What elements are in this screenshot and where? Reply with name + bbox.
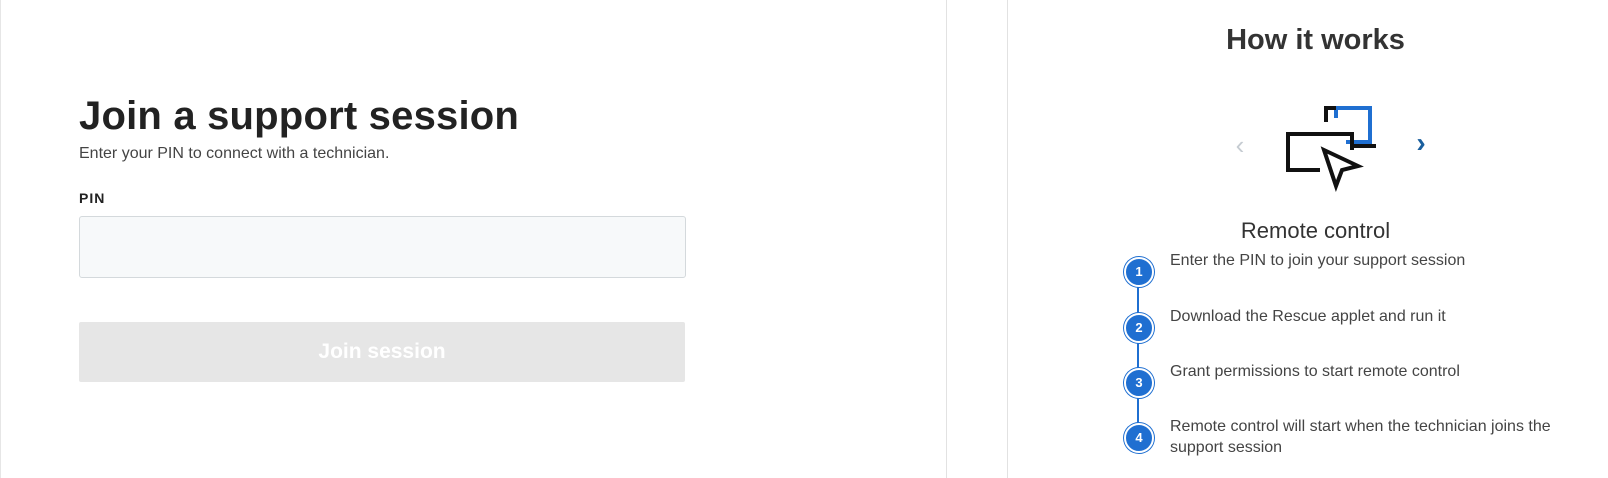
step-number-badge: 1 bbox=[1124, 257, 1154, 287]
page-title: Join a support session bbox=[79, 94, 520, 138]
steps-connector-line bbox=[1137, 272, 1139, 437]
chevron-right-icon: › bbox=[1416, 127, 1426, 158]
step-number-badge: 2 bbox=[1124, 313, 1154, 343]
step-text: Grant permissions to start remote contro… bbox=[1170, 363, 1460, 380]
join-session-button[interactable]: Join session bbox=[79, 322, 685, 382]
join-session-form: Join a support session Enter your PIN to… bbox=[79, 92, 687, 382]
left-border bbox=[0, 0, 1, 478]
step-number-badge: 4 bbox=[1124, 423, 1154, 453]
remote-control-icon bbox=[1286, 106, 1376, 192]
step-text: Remote control will start when the techn… bbox=[1170, 418, 1551, 456]
step-number-badge: 3 bbox=[1124, 368, 1154, 398]
pin-label: PIN bbox=[79, 190, 106, 206]
steps-list: 1 Enter the PIN to join your support ses… bbox=[1116, 252, 1586, 478]
slide-caption: Remote control bbox=[1240, 218, 1391, 243]
carousel-prev-button[interactable]: ‹ bbox=[1230, 130, 1250, 160]
panel-divider bbox=[946, 0, 947, 478]
support-session-page: Join a support session Enter your PIN to… bbox=[0, 0, 1608, 478]
step-text: Enter the PIN to join your support sessi… bbox=[1170, 252, 1466, 269]
pin-input[interactable] bbox=[79, 216, 686, 278]
how-it-works-panel: How it works ‹ › Remote control 1 Enter … bbox=[1008, 0, 1608, 478]
how-it-works-title: How it works bbox=[1226, 24, 1405, 56]
carousel-next-button[interactable]: › bbox=[1411, 128, 1431, 158]
chevron-left-icon: ‹ bbox=[1235, 130, 1245, 160]
page-subtitle: Enter your PIN to connect with a technic… bbox=[79, 145, 390, 162]
step-text: Download the Rescue applet and run it bbox=[1170, 308, 1446, 325]
